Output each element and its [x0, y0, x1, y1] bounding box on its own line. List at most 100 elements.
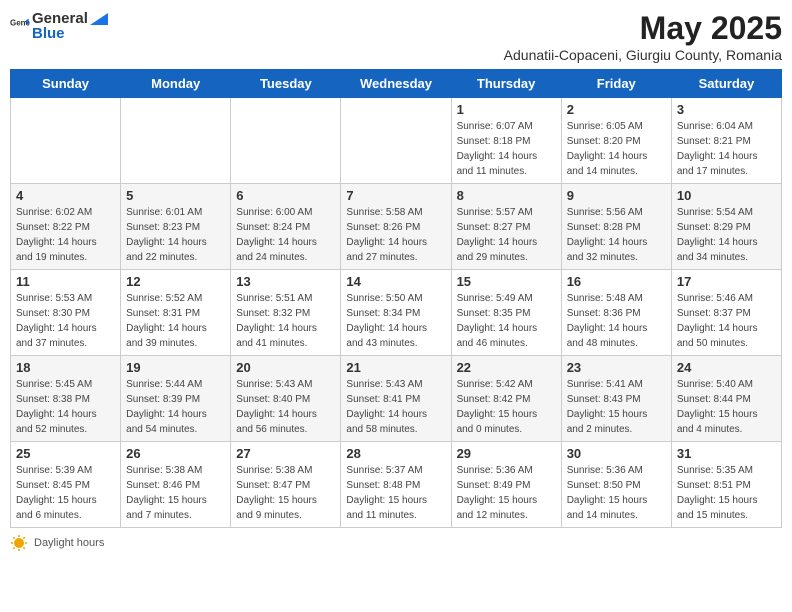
logo-triangle-icon [88, 11, 110, 27]
day-info: Sunrise: 5:53 AM Sunset: 8:30 PM Dayligh… [16, 291, 115, 351]
day-info: Sunrise: 5:37 AM Sunset: 8:48 PM Dayligh… [346, 463, 445, 523]
weekday-header-sunday: Sunday [11, 70, 121, 98]
day-number: 18 [16, 360, 115, 375]
day-info: Sunrise: 6:05 AM Sunset: 8:20 PM Dayligh… [567, 119, 666, 179]
day-info: Sunrise: 5:36 AM Sunset: 8:49 PM Dayligh… [457, 463, 556, 523]
calendar-cell: 30Sunrise: 5:36 AM Sunset: 8:50 PM Dayli… [561, 442, 671, 528]
calendar-cell: 27 Sunrise: 5:38 AM Sunset: 8:47 PM Dayli… [231, 442, 341, 528]
day-number: 20 [236, 360, 335, 375]
calendar-cell: 9 Sunrise: 5:56 AM Sunset: 8:28 PM Daylig… [561, 184, 671, 270]
day-number: 21 [346, 360, 445, 375]
calendar-cell: 5 Sunrise: 6:01 AM Sunset: 8:23 PM Daylig… [121, 184, 231, 270]
calendar-cell: 13Sunrise: 5:51 AM Sunset: 8:32 PM Dayli… [231, 270, 341, 356]
calendar-cell: 24Sunrise: 5:40 AM Sunset: 8:44 PM Dayli… [671, 356, 781, 442]
day-info: Sunrise: 5:35 AM Sunset: 8:51 PM Dayligh… [677, 463, 776, 523]
day-number: 6 [236, 188, 335, 203]
day-info: Sunrise: 5:54 AM Sunset: 8:29 PM Dayligh… [677, 205, 776, 265]
day-number: 23 [567, 360, 666, 375]
day-info: Sunrise: 5:56 AM Sunset: 8:28 PM Dayligh… [567, 205, 666, 265]
footer-area: Daylight hours [10, 534, 782, 552]
calendar-cell: 18 Sunrise: 5:45 AM Sunset: 8:38 PM Dayli… [11, 356, 121, 442]
weekday-header-saturday: Saturday [671, 70, 781, 98]
day-number: 10 [677, 188, 776, 203]
day-number: 8 [457, 188, 556, 203]
day-info: Sunrise: 5:58 AM Sunset: 8:26 PM Dayligh… [346, 205, 445, 265]
day-info: Sunrise: 5:43 AM Sunset: 8:41 PM Dayligh… [346, 377, 445, 437]
day-info: Sunrise: 5:45 AM Sunset: 8:38 PM Dayligh… [16, 377, 115, 437]
calendar-cell [231, 98, 341, 184]
day-number: 1 [457, 102, 556, 117]
day-number: 16 [567, 274, 666, 289]
location-title: Adunatii-Copaceni, Giurgiu County, Roman… [504, 47, 782, 63]
calendar-cell: 8 Sunrise: 5:57 AM Sunset: 8:27 PM Daylig… [451, 184, 561, 270]
calendar-cell: 20 Sunrise: 5:43 AM Sunset: 8:40 PM Dayli… [231, 356, 341, 442]
day-info: Sunrise: 6:04 AM Sunset: 8:21 PM Dayligh… [677, 119, 776, 179]
sun-icon [10, 534, 28, 552]
day-number: 28 [346, 446, 445, 461]
calendar-cell: 31 Sunrise: 5:35 AM Sunset: 8:51 PM Dayli… [671, 442, 781, 528]
day-number: 9 [567, 188, 666, 203]
day-number: 31 [677, 446, 776, 461]
calendar-cell: 15 Sunrise: 5:49 AM Sunset: 8:35 PM Dayli… [451, 270, 561, 356]
logo-icon: General [10, 16, 30, 36]
day-info: Sunrise: 5:39 AM Sunset: 8:45 PM Dayligh… [16, 463, 115, 523]
logo-blue-text: Blue [32, 25, 110, 42]
calendar-cell [11, 98, 121, 184]
weekday-header-tuesday: Tuesday [231, 70, 341, 98]
calendar-cell: 7 Sunrise: 5:58 AM Sunset: 8:26 PM Daylig… [341, 184, 451, 270]
day-info: Sunrise: 5:41 AM Sunset: 8:43 PM Dayligh… [567, 377, 666, 437]
day-number: 24 [677, 360, 776, 375]
calendar-cell: 26 Sunrise: 5:38 AM Sunset: 8:46 PM Dayli… [121, 442, 231, 528]
day-number: 30 [567, 446, 666, 461]
calendar-cell: 1 Sunrise: 6:07 AM Sunset: 8:18 PM Daylig… [451, 98, 561, 184]
day-info: Sunrise: 5:38 AM Sunset: 8:46 PM Dayligh… [126, 463, 225, 523]
day-number: 15 [457, 274, 556, 289]
calendar-body: 1 Sunrise: 6:07 AM Sunset: 8:18 PM Daylig… [11, 98, 782, 528]
header: General General Blue May 2025 Adunatii-C… [10, 10, 782, 63]
calendar-week-2: 4Sunrise: 6:02 AM Sunset: 8:22 PM Daylig… [11, 184, 782, 270]
calendar-cell: 4Sunrise: 6:02 AM Sunset: 8:22 PM Daylig… [11, 184, 121, 270]
calendar-cell: 3Sunrise: 6:04 AM Sunset: 8:21 PM Daylig… [671, 98, 781, 184]
day-info: Sunrise: 5:52 AM Sunset: 8:31 PM Dayligh… [126, 291, 225, 351]
day-info: Sunrise: 5:42 AM Sunset: 8:42 PM Dayligh… [457, 377, 556, 437]
day-number: 29 [457, 446, 556, 461]
day-info: Sunrise: 6:07 AM Sunset: 8:18 PM Dayligh… [457, 119, 556, 179]
weekday-header-thursday: Thursday [451, 70, 561, 98]
calendar-cell: 14 Sunrise: 5:50 AM Sunset: 8:34 PM Dayli… [341, 270, 451, 356]
day-number: 14 [346, 274, 445, 289]
day-info: Sunrise: 5:48 AM Sunset: 8:36 PM Dayligh… [567, 291, 666, 351]
day-info: Sunrise: 5:50 AM Sunset: 8:34 PM Dayligh… [346, 291, 445, 351]
day-number: 22 [457, 360, 556, 375]
day-info: Sunrise: 5:43 AM Sunset: 8:40 PM Dayligh… [236, 377, 335, 437]
day-info: Sunrise: 5:49 AM Sunset: 8:35 PM Dayligh… [457, 291, 556, 351]
calendar-week-4: 18 Sunrise: 5:45 AM Sunset: 8:38 PM Dayli… [11, 356, 782, 442]
calendar-cell: 25Sunrise: 5:39 AM Sunset: 8:45 PM Dayli… [11, 442, 121, 528]
day-info: Sunrise: 6:00 AM Sunset: 8:24 PM Dayligh… [236, 205, 335, 265]
calendar-cell: 23 Sunrise: 5:41 AM Sunset: 8:43 PM Dayli… [561, 356, 671, 442]
calendar-week-5: 25Sunrise: 5:39 AM Sunset: 8:45 PM Dayli… [11, 442, 782, 528]
day-info: Sunrise: 5:57 AM Sunset: 8:27 PM Dayligh… [457, 205, 556, 265]
calendar-cell: 29 Sunrise: 5:36 AM Sunset: 8:49 PM Dayli… [451, 442, 561, 528]
day-number: 7 [346, 188, 445, 203]
day-info: Sunrise: 5:44 AM Sunset: 8:39 PM Dayligh… [126, 377, 225, 437]
logo: General General Blue [10, 10, 110, 42]
month-title: May 2025 [504, 10, 782, 47]
calendar-table: SundayMondayTuesdayWednesdayThursdayFrid… [10, 69, 782, 528]
calendar-week-1: 1 Sunrise: 6:07 AM Sunset: 8:18 PM Daylig… [11, 98, 782, 184]
day-number: 27 [236, 446, 335, 461]
day-number: 17 [677, 274, 776, 289]
daylight-label: Daylight hours [34, 537, 104, 549]
calendar-cell: 12 Sunrise: 5:52 AM Sunset: 8:31 PM Dayli… [121, 270, 231, 356]
calendar-header: SundayMondayTuesdayWednesdayThursdayFrid… [11, 70, 782, 98]
day-number: 4 [16, 188, 115, 203]
calendar-cell: 22 Sunrise: 5:42 AM Sunset: 8:42 PM Dayli… [451, 356, 561, 442]
day-number: 2 [567, 102, 666, 117]
weekday-header-friday: Friday [561, 70, 671, 98]
day-info: Sunrise: 5:38 AM Sunset: 8:47 PM Dayligh… [236, 463, 335, 523]
day-info: Sunrise: 6:01 AM Sunset: 8:23 PM Dayligh… [126, 205, 225, 265]
calendar-cell: 11Sunrise: 5:53 AM Sunset: 8:30 PM Dayli… [11, 270, 121, 356]
day-number: 12 [126, 274, 225, 289]
day-number: 26 [126, 446, 225, 461]
day-number: 5 [126, 188, 225, 203]
day-info: Sunrise: 5:51 AM Sunset: 8:32 PM Dayligh… [236, 291, 335, 351]
